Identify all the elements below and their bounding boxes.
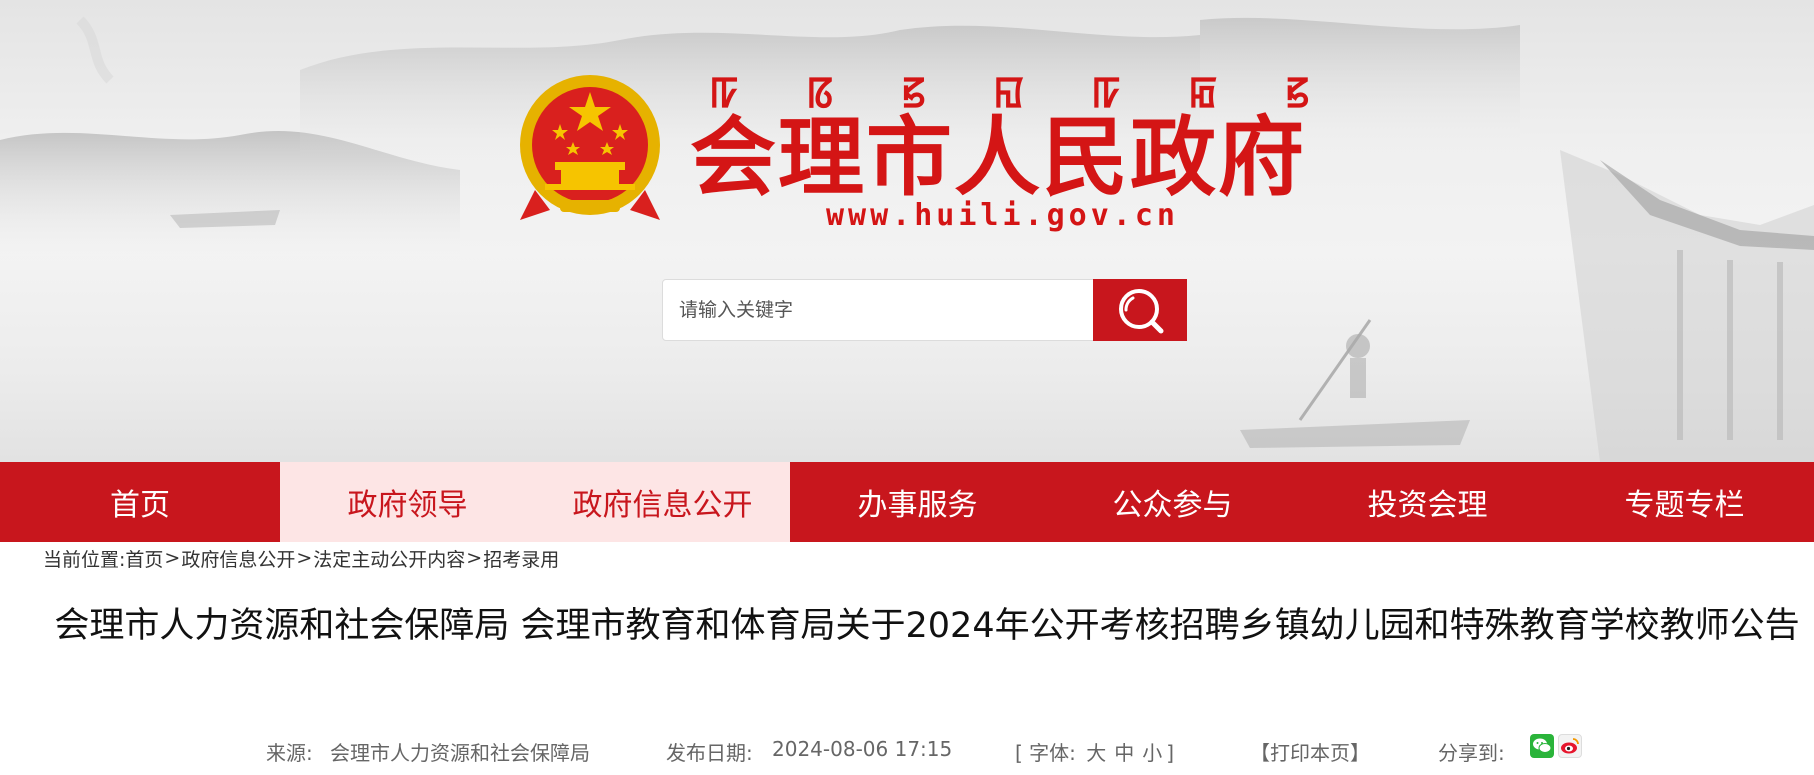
header-banner: ꡠ ꡞ ꡝ ꡎ ꡠ ꡂ ꡝ 会理市人民政府 www.huili.gov.cn xyxy=(0,0,1814,462)
nav-item-gov-info-disclosure[interactable]: 政府信息公开 xyxy=(535,462,790,542)
search-input[interactable] xyxy=(663,280,1093,340)
breadcrumb-prefix: 当前位置: xyxy=(43,548,126,571)
publish-date-label: 发布日期: xyxy=(666,741,753,765)
weibo-glyph xyxy=(1561,738,1579,754)
breadcrumb-link-statutory-content[interactable]: 法定主动公开内容 xyxy=(313,545,465,572)
breadcrumb-link-recruitment[interactable]: 招考录用 xyxy=(483,545,559,572)
source-value: 会理市人力资源和社会保障局 xyxy=(330,741,590,765)
search-icon xyxy=(1119,289,1164,334)
national-emblem-icon xyxy=(520,75,660,220)
site-title: 会理市人民政府 xyxy=(690,108,1306,208)
nav-item-services[interactable]: 办事服务 xyxy=(790,462,1045,542)
breadcrumb-separator: > xyxy=(466,547,483,569)
share-label: 分享到: xyxy=(1438,741,1505,765)
search-box xyxy=(662,279,1094,341)
nav-item-special-topics[interactable]: 专题专栏 xyxy=(1555,462,1814,542)
wechat-glyph xyxy=(1533,738,1552,753)
breadcrumb: 当前位置: 首页 > 政府信息公开 > 法定主动公开内容 > 招考录用 xyxy=(43,545,559,571)
site-url: www.huili.gov.cn xyxy=(826,198,1179,233)
main-nav: 首页 政府领导 政府信息公开 办事服务 公众参与 投资会理 专题专栏 xyxy=(0,462,1814,542)
breadcrumb-link-gov-info[interactable]: 政府信息公开 xyxy=(181,545,295,572)
font-size-medium-button[interactable]: 中 xyxy=(1114,741,1134,765)
nav-item-invest[interactable]: 投资会理 xyxy=(1300,462,1555,542)
nav-item-gov-leaders[interactable]: 政府领导 xyxy=(280,462,535,542)
article-meta: 来源: 会理市人力资源和社会保障局 发布日期: 2024-08-06 17:15… xyxy=(0,731,1814,767)
font-size-large-button[interactable]: 大 xyxy=(1086,741,1106,765)
font-size-small-button[interactable]: 小 xyxy=(1142,741,1162,765)
font-size-close: ] xyxy=(1166,741,1175,765)
print-button[interactable]: 【打印本页】 xyxy=(1250,737,1370,766)
nav-item-home[interactable]: 首页 xyxy=(0,462,280,542)
breadcrumb-separator: > xyxy=(296,547,313,569)
search-button[interactable] xyxy=(1093,279,1187,341)
wechat-icon[interactable] xyxy=(1530,734,1554,758)
font-size-control: [ 字体: 大中小] xyxy=(1015,737,1174,766)
publish-date-value: 2024-08-06 17:15 xyxy=(772,737,953,761)
source-label: 来源: xyxy=(266,741,313,765)
breadcrumb-separator: > xyxy=(164,547,181,569)
mongolian-script-title: ꡠ ꡞ ꡝ ꡎ ꡠ ꡂ ꡝ xyxy=(710,64,1310,115)
font-size-label: [ 字体: xyxy=(1015,741,1076,765)
nav-item-public-participation[interactable]: 公众参与 xyxy=(1045,462,1300,542)
breadcrumb-link-home[interactable]: 首页 xyxy=(125,545,163,572)
article-title: 会理市人力资源和社会保障局 会理市教育和体育局关于2024年公开考核招聘乡镇幼儿… xyxy=(54,606,1800,646)
weibo-icon[interactable] xyxy=(1558,734,1582,758)
